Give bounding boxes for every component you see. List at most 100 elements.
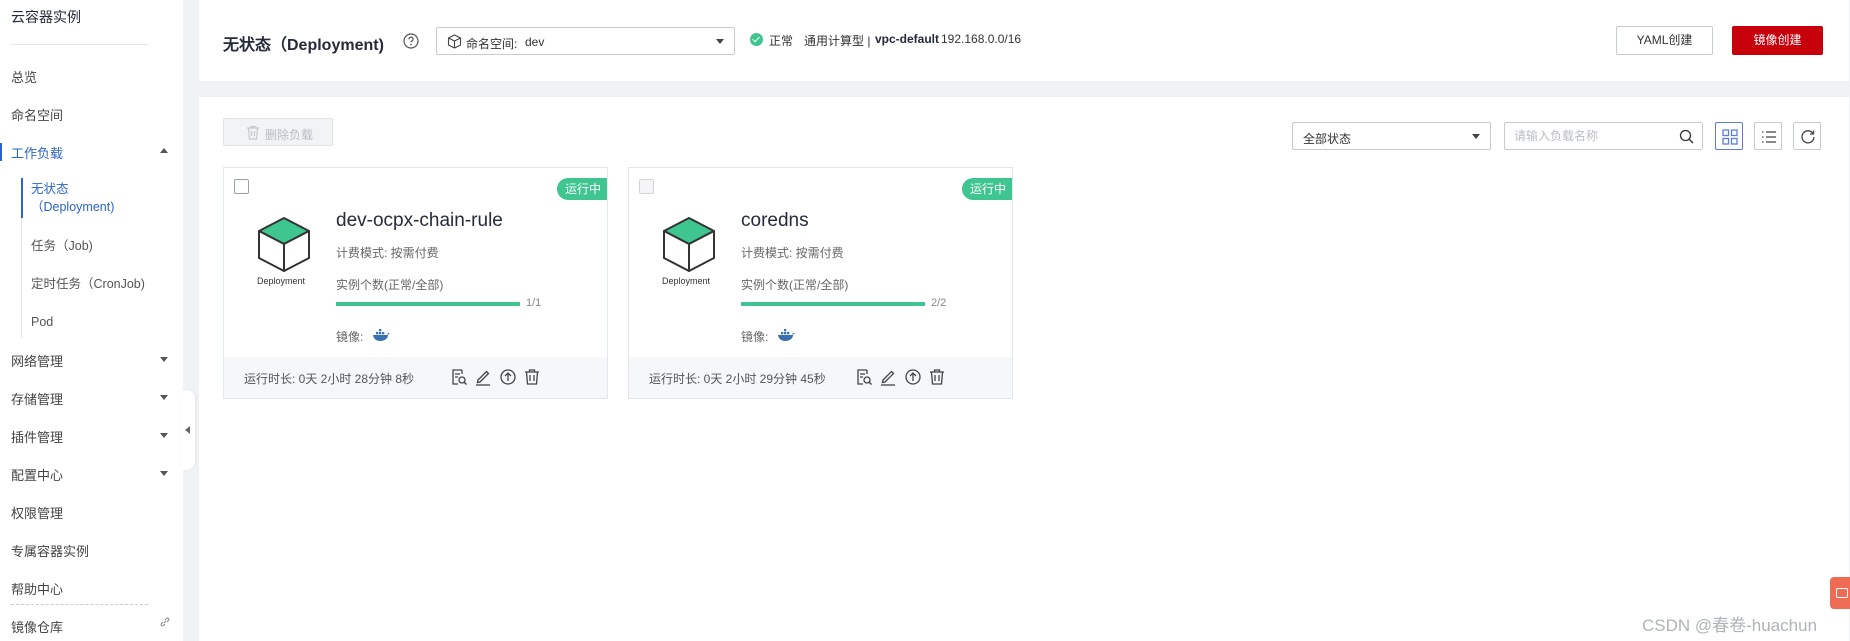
compute-type: 通用计算型 | [804, 34, 871, 48]
runtime-duration: 运行时长: 0天 2小时 28分钟 8秒 [244, 372, 415, 386]
status-filter-select[interactable]: 全部状态 [1292, 122, 1491, 150]
chevron-down-icon[interactable] [160, 395, 168, 400]
sidebar-item-overview[interactable]: 总览 [11, 67, 37, 86]
vpc-name: vpc-default [875, 32, 940, 46]
namespace-select[interactable]: 命名空间: dev [436, 27, 735, 55]
chevron-up-icon[interactable] [160, 148, 168, 153]
view-log-icon[interactable] [855, 368, 873, 386]
image-create-button[interactable]: 镜像创建 [1732, 26, 1823, 55]
select-checkbox[interactable] [234, 179, 249, 194]
trash-icon [247, 125, 259, 140]
delete-workload-label: 删除负载 [265, 128, 314, 142]
runtime-duration: 运行时长: 0天 2小时 29分钟 45秒 [649, 372, 826, 386]
sidebar-subitem-pod[interactable]: Pod [31, 313, 53, 331]
docker-icon[interactable] [777, 326, 795, 342]
sidebar-item-network[interactable]: 网络管理 [11, 351, 63, 370]
namespace-label: 命名空间: [466, 37, 518, 51]
delete-workload-button[interactable]: 删除负载 [223, 118, 333, 146]
search-box [1504, 122, 1703, 150]
workload-name[interactable]: coredns [741, 210, 809, 232]
sidebar-collapse-toggle[interactable] [180, 390, 195, 470]
delete-icon[interactable] [523, 368, 541, 386]
sidebar-dashed-divider [11, 604, 148, 605]
sidebar-title: 云容器实例 [11, 9, 81, 25]
list-view-icon [1762, 131, 1776, 143]
page-header: 无状态（Deployment) 命名空间: dev 正常 通用计算型 | vpc… [199, 0, 1849, 81]
instance-count: 2/2 [931, 297, 947, 309]
sidebar-item-storage[interactable]: 存储管理 [11, 389, 63, 408]
billing-mode: 计费模式: 按需付费 [336, 246, 439, 260]
sidebar-item-namespace[interactable]: 命名空间 [11, 105, 63, 124]
csdn-watermark: CSDN @春卷-huachun [1642, 616, 1818, 635]
deployment-cube-icon [258, 217, 310, 272]
yaml-create-button[interactable]: YAML创建 [1616, 26, 1713, 55]
chevron-down-icon[interactable] [160, 471, 168, 476]
sidebar-item-plugins[interactable]: 插件管理 [11, 427, 63, 446]
grid-view-icon [1722, 129, 1738, 145]
workload-card[interactable]: 运行中 Deployment dev-ocpx-chain-rule 计费模式:… [223, 167, 608, 399]
image-label: 镜像: [741, 330, 769, 344]
delete-icon[interactable] [928, 368, 946, 386]
edit-icon[interactable] [474, 368, 492, 386]
deployment-icon-label: Deployment [257, 276, 306, 286]
chevron-down-icon [1472, 134, 1480, 139]
grid-view-button[interactable] [1715, 122, 1743, 150]
sidebar: 云容器实例 总览 命名空间 工作负载 无状态 （Deployment) 任务（J… [0, 0, 183, 641]
list-view-button[interactable] [1754, 122, 1782, 150]
refresh-button[interactable] [1793, 122, 1821, 150]
sidebar-item-help[interactable]: 帮助中心 [11, 579, 63, 598]
status-ok-icon [750, 33, 763, 46]
status-badge: 运行中 [556, 178, 607, 200]
card-footer: 运行时长: 0天 2小时 29分钟 45秒 [629, 357, 1012, 398]
namespace-cube-icon [447, 34, 462, 49]
edit-icon[interactable] [879, 368, 897, 386]
workload-name[interactable]: dev-ocpx-chain-rule [336, 210, 503, 232]
chevron-down-icon [716, 39, 724, 44]
sidebar-subitem-job[interactable]: 任务（Job) [31, 237, 93, 255]
external-link-icon[interactable] [160, 617, 170, 627]
help-icon[interactable] [403, 33, 419, 49]
billing-mode: 计费模式: 按需付费 [741, 246, 844, 260]
chevron-down-icon[interactable] [160, 357, 168, 362]
deployment-cube-icon [663, 217, 715, 272]
sidebar-item-dedicated[interactable]: 专属容器实例 [11, 541, 89, 560]
sidebar-item-permissions[interactable]: 权限管理 [11, 503, 63, 522]
namespace-value: dev [525, 35, 545, 49]
sidebar-subitem-deployment[interactable]: 无状态 （Deployment) [31, 180, 114, 216]
namespace-status: 正常 [769, 34, 794, 48]
sidebar-item-config[interactable]: 配置中心 [11, 465, 63, 484]
submenu-active-indicator [21, 178, 23, 218]
sidebar-item-workload[interactable]: 工作负载 [11, 143, 63, 162]
status-badge: 运行中 [961, 178, 1012, 200]
collapse-left-icon [185, 426, 190, 434]
workload-card[interactable]: 运行中 Deployment coredns 计费模式: 按需付费 实例个数(正… [628, 167, 1013, 399]
feedback-float-button[interactable] [1830, 577, 1850, 609]
image-label: 镜像: [336, 330, 364, 344]
upgrade-icon[interactable] [499, 368, 517, 386]
page-title: 无状态（Deployment) [223, 37, 384, 54]
search-icon[interactable] [1679, 129, 1694, 144]
sidebar-subitem-cronjob[interactable]: 定时任务（CronJob) [31, 275, 145, 293]
select-checkbox[interactable] [639, 179, 654, 194]
instance-count-label: 实例个数(正常/全部) [741, 278, 849, 292]
upgrade-icon[interactable] [904, 368, 922, 386]
instance-progress-fill [336, 302, 520, 306]
sidebar-divider [11, 44, 148, 45]
workload-search-input[interactable] [1514, 127, 1664, 145]
instance-progress-fill [741, 302, 925, 306]
deployment-icon-label: Deployment [662, 276, 711, 286]
instance-progress-bar [336, 302, 520, 306]
subitem-label-line1: 无状态 [31, 182, 69, 196]
instance-progress-bar [741, 302, 925, 306]
sidebar-active-indicator [0, 143, 2, 161]
status-filter-value: 全部状态 [1303, 132, 1352, 146]
chevron-down-icon[interactable] [160, 433, 168, 438]
refresh-icon [1801, 130, 1815, 144]
instance-count: 1/1 [526, 297, 542, 309]
sidebar-item-image-repo[interactable]: 镜像仓库 [11, 617, 63, 636]
docker-icon[interactable] [372, 326, 390, 342]
instance-count-label: 实例个数(正常/全部) [336, 278, 444, 292]
card-footer: 运行时长: 0天 2小时 28分钟 8秒 [224, 357, 607, 398]
view-log-icon[interactable] [450, 368, 468, 386]
vpc-cidr: 192.168.0.0/16 [941, 32, 1022, 46]
